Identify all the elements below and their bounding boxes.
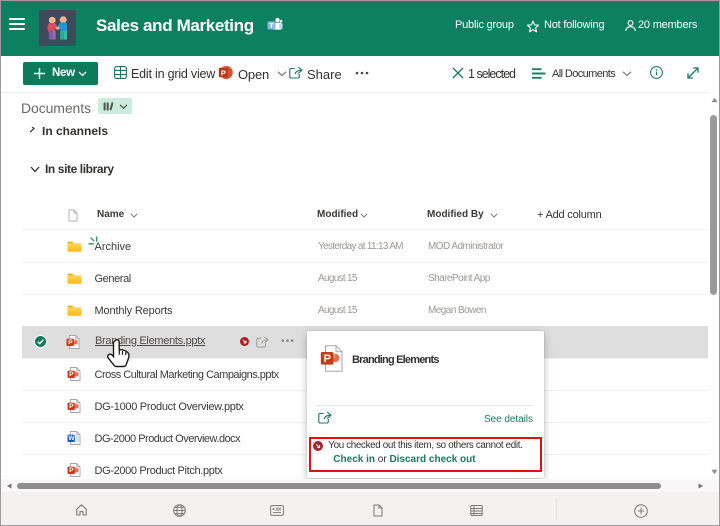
svg-text:P: P [69, 467, 74, 474]
svg-text:W: W [68, 435, 75, 442]
svg-text:P: P [221, 68, 226, 77]
svg-text:P: P [324, 353, 331, 365]
svg-text:P: P [69, 371, 74, 378]
svg-text:P: P [69, 403, 74, 410]
svg-text:P: P [68, 339, 73, 346]
